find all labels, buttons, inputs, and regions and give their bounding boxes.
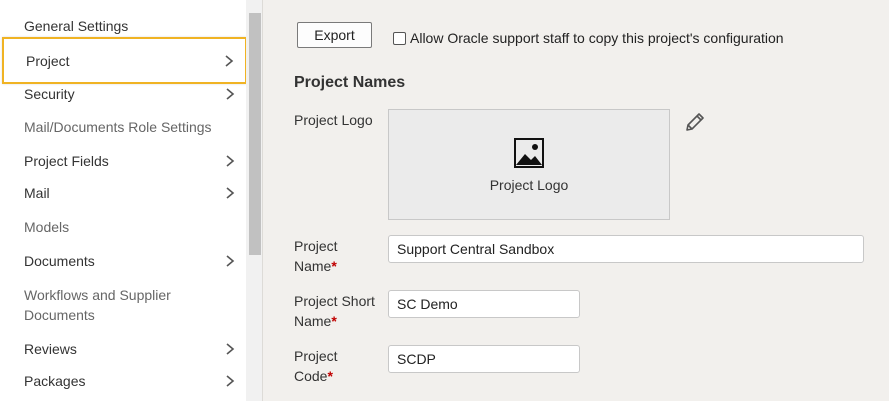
sidebar-item-workflows-supplier-documents: Workflows and Supplier Documents: [0, 285, 246, 325]
allow-support-copy-checkbox[interactable]: [393, 31, 406, 45]
export-button[interactable]: Export: [297, 22, 372, 48]
sidebar-item-label: Workflows and Supplier Documents: [24, 285, 171, 325]
section-title: Project Names: [294, 74, 406, 91]
sidebar-item-label: Reviews: [24, 341, 77, 357]
sidebar-item-mail-documents-role-settings: Mail/Documents Role Settings: [0, 117, 246, 137]
required-mark: *: [331, 258, 337, 274]
project-logo-placeholder[interactable]: Project Logo: [388, 109, 670, 220]
project-logo-label: Project Logo: [294, 112, 373, 128]
chevron-right-icon: [225, 54, 234, 67]
sidebar-item-project-fields[interactable]: Project Fields: [0, 151, 246, 171]
sidebar-item-packages[interactable]: Packages: [0, 371, 246, 391]
required-mark: *: [327, 368, 333, 384]
sidebar-item-label-line2: Documents: [24, 307, 95, 323]
project-name-label-line2: Name: [294, 258, 332, 274]
sidebar-item-label-line1: Workflows and Supplier: [24, 287, 171, 303]
pencil-icon[interactable]: [683, 110, 707, 134]
chevron-right-icon: [226, 375, 235, 387]
project-code-label-line2: Code: [294, 368, 328, 384]
chevron-right-icon: [226, 88, 235, 100]
sidebar-scrollbar-thumb[interactable]: [249, 13, 261, 255]
sidebar-item-reviews[interactable]: Reviews: [0, 339, 246, 359]
sidebar-item-documents[interactable]: Documents: [0, 251, 246, 271]
project-settings-panel: Export Allow Oracle support staff to cop…: [263, 0, 889, 401]
sidebar-item-label: Mail: [24, 185, 50, 201]
sidebar-item-label: Project Fields: [24, 153, 109, 169]
sidebar-item-project[interactable]: Project: [2, 37, 247, 84]
project-name-label: Project Name*: [294, 236, 338, 276]
sidebar-item-security[interactable]: Security: [0, 84, 246, 104]
project-short-name-label-line1: Project Short: [294, 293, 375, 309]
project-code-label-line1: Project: [294, 348, 338, 364]
sidebar-item-label: Security: [24, 86, 75, 102]
sidebar-item-label: Project: [26, 52, 70, 69]
sidebar-item-label: Mail/Documents Role Settings: [24, 119, 212, 135]
required-mark: *: [331, 313, 337, 329]
sidebar-item-general-settings[interactable]: General Settings: [0, 16, 246, 36]
project-code-input[interactable]: SCDP: [388, 345, 580, 373]
chevron-right-icon: [226, 187, 235, 199]
project-name-label-line1: Project: [294, 238, 338, 254]
project-short-name-label-line2: Name: [294, 313, 332, 329]
sidebar-item-mail[interactable]: Mail: [0, 183, 246, 203]
sidebar-item-label: General Settings: [24, 18, 129, 34]
sidebar-item-label: Documents: [24, 253, 95, 269]
allow-support-copy-label: Allow Oracle support staff to copy this …: [410, 30, 784, 46]
sidebar-item-models: Models: [0, 217, 246, 237]
project-short-name-label: Project Short Name*: [294, 291, 375, 331]
project-code-label: Project Code*: [294, 346, 338, 386]
project-logo-caption: Project Logo: [489, 176, 569, 193]
project-short-name-input[interactable]: SC Demo: [388, 290, 580, 318]
allow-support-copy-option[interactable]: Allow Oracle support staff to copy this …: [393, 30, 784, 46]
sidebar-item-label: Packages: [24, 373, 86, 389]
chevron-right-icon: [226, 343, 235, 355]
chevron-right-icon: [226, 255, 235, 267]
settings-sidebar: General Settings Project Security Mail/D…: [0, 0, 247, 401]
chevron-right-icon: [226, 155, 235, 167]
sidebar-item-label: Models: [24, 219, 70, 235]
project-name-input[interactable]: Support Central Sandbox: [388, 235, 864, 263]
image-placeholder-icon: [514, 137, 544, 168]
